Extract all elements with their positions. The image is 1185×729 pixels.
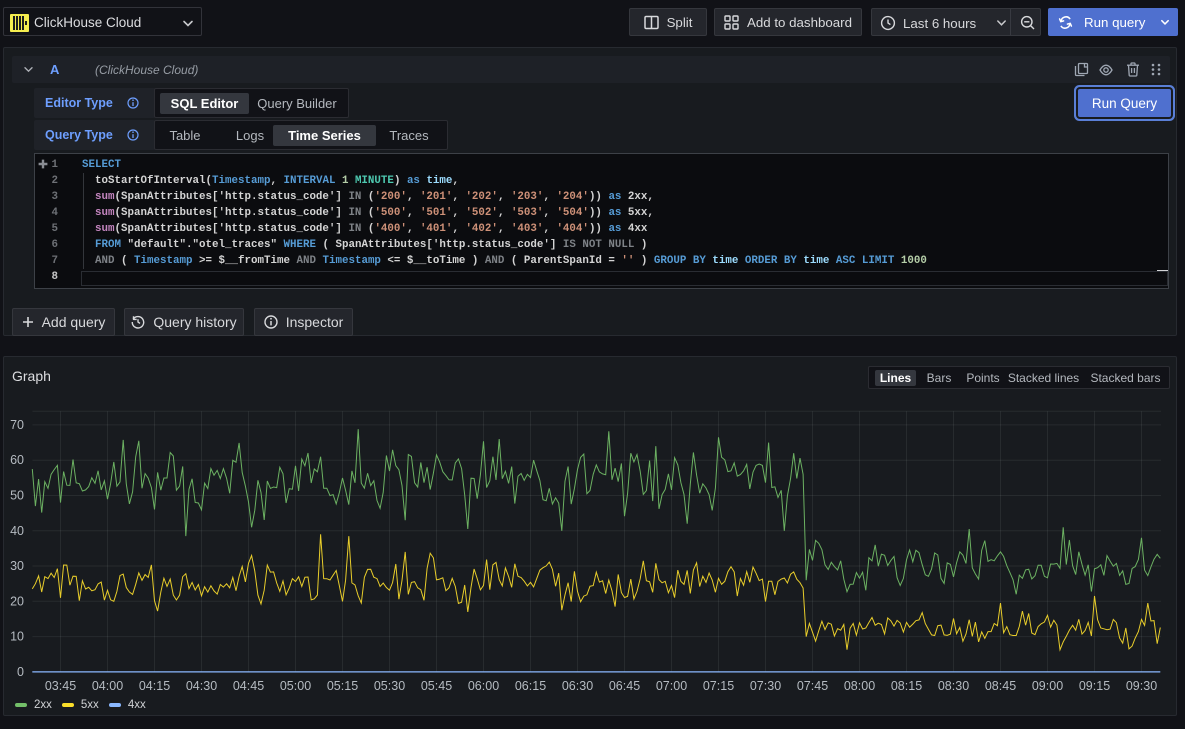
svg-text:05:45: 05:45 <box>421 679 452 693</box>
svg-text:07:30: 07:30 <box>750 679 781 693</box>
svg-text:08:15: 08:15 <box>891 679 922 693</box>
svg-text:06:15: 06:15 <box>515 679 546 693</box>
svg-text:09:15: 09:15 <box>1079 679 1110 693</box>
svg-text:06:00: 06:00 <box>468 679 499 693</box>
svg-text:40: 40 <box>10 524 24 538</box>
svg-text:05:15: 05:15 <box>327 679 358 693</box>
svg-text:09:00: 09:00 <box>1032 679 1063 693</box>
svg-text:07:45: 07:45 <box>797 679 828 693</box>
svg-text:70: 70 <box>10 418 24 432</box>
svg-text:05:00: 05:00 <box>280 679 311 693</box>
svg-text:06:30: 06:30 <box>562 679 593 693</box>
svg-text:04:30: 04:30 <box>186 679 217 693</box>
svg-text:04:45: 04:45 <box>233 679 264 693</box>
svg-text:60: 60 <box>10 453 24 467</box>
svg-text:20: 20 <box>10 594 24 608</box>
svg-text:06:45: 06:45 <box>609 679 640 693</box>
svg-text:10: 10 <box>10 630 24 644</box>
svg-text:08:30: 08:30 <box>938 679 969 693</box>
svg-text:08:45: 08:45 <box>985 679 1016 693</box>
svg-text:07:15: 07:15 <box>703 679 734 693</box>
svg-text:0: 0 <box>17 665 24 679</box>
svg-text:08:00: 08:00 <box>844 679 875 693</box>
svg-text:30: 30 <box>10 559 24 573</box>
svg-text:05:30: 05:30 <box>374 679 405 693</box>
svg-text:07:00: 07:00 <box>656 679 687 693</box>
svg-text:03:45: 03:45 <box>45 679 76 693</box>
svg-text:09:30: 09:30 <box>1126 679 1157 693</box>
svg-text:50: 50 <box>10 489 24 503</box>
svg-text:04:15: 04:15 <box>139 679 170 693</box>
svg-text:04:00: 04:00 <box>92 679 123 693</box>
